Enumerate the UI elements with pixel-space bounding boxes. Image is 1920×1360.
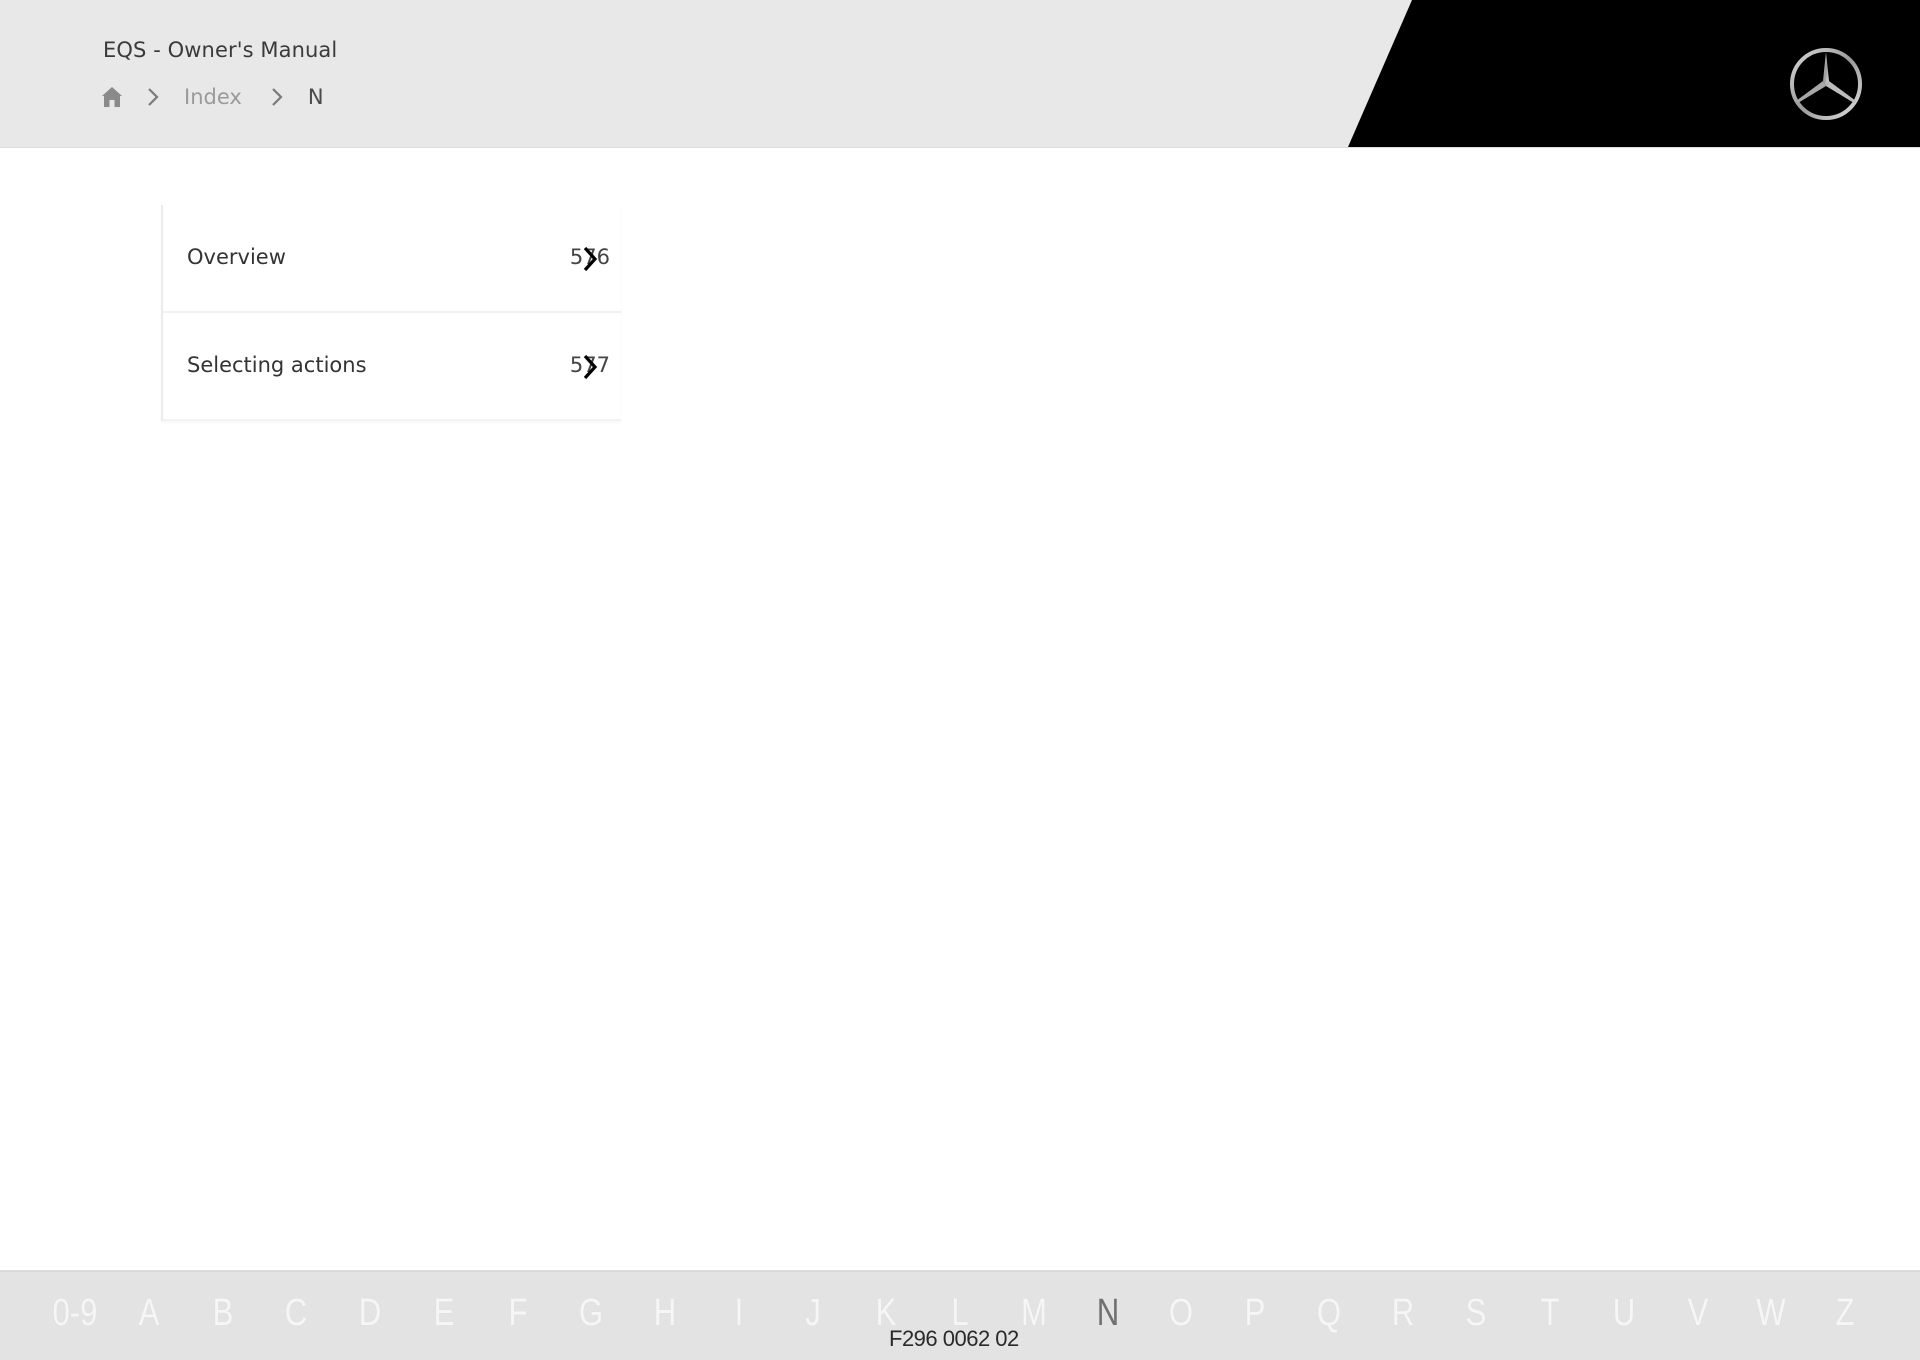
chevron-right-icon [581, 245, 599, 273]
entry-label: Selecting actions [187, 353, 367, 377]
alphabet-letter-0-9[interactable]: 0-9 [50, 1292, 99, 1335]
breadcrumb-index-link[interactable]: Index [184, 85, 242, 109]
home-icon[interactable] [100, 85, 124, 109]
index-entry-list: Overview 576 Selecting actions 577 [161, 205, 621, 421]
image-code: F296 0062 02 [889, 1326, 1019, 1351]
alphabet-letter-u[interactable]: U [1599, 1292, 1648, 1335]
index-entry-selecting-actions[interactable]: Selecting actions 577 [163, 313, 621, 421]
alphabet-letter-g[interactable]: G [567, 1292, 616, 1335]
breadcrumb-current: N [307, 85, 324, 109]
alphabet-letter-n[interactable]: N [1083, 1292, 1132, 1335]
alphabet-letter-d[interactable]: D [345, 1292, 394, 1335]
alphabet-letter-h[interactable]: H [640, 1292, 689, 1335]
alphabet-letter-s[interactable]: S [1452, 1292, 1501, 1335]
alphabet-letter-q[interactable]: Q [1304, 1292, 1353, 1335]
alphabet-letter-p[interactable]: P [1230, 1292, 1279, 1335]
chevron-right-icon [581, 353, 599, 381]
alphabet-letter-r[interactable]: R [1378, 1292, 1427, 1335]
alphabet-letter-v[interactable]: V [1673, 1292, 1722, 1335]
alphabet-letter-c[interactable]: C [272, 1292, 321, 1335]
index-entry-overview[interactable]: Overview 576 [163, 205, 621, 313]
alphabet-letter-b[interactable]: B [198, 1292, 247, 1335]
chevron-right-icon [146, 86, 160, 108]
alphabet-letter-f[interactable]: F [493, 1292, 542, 1335]
alphabet-letter-e[interactable]: E [419, 1292, 468, 1335]
breadcrumb: Index N [100, 82, 324, 112]
entry-label: Overview [187, 245, 286, 269]
mercedes-star-logo[interactable] [1788, 46, 1864, 122]
alphabet-letter-z[interactable]: Z [1820, 1292, 1869, 1335]
alphabet-letter-w[interactable]: W [1747, 1292, 1796, 1335]
chevron-right-icon [270, 86, 284, 108]
alphabet-letter-o[interactable]: O [1157, 1292, 1206, 1335]
document-title: EQS - Owner's Manual [103, 38, 338, 62]
alphabet-letter-j[interactable]: J [788, 1292, 837, 1335]
alphabet-letter-i[interactable]: I [714, 1292, 763, 1335]
alphabet-letter-t[interactable]: T [1525, 1292, 1574, 1335]
brand-block [0, 0, 1920, 147]
header: EQS - Owner's Manual Index N [0, 0, 1920, 148]
alphabet-letter-a[interactable]: A [124, 1292, 173, 1335]
